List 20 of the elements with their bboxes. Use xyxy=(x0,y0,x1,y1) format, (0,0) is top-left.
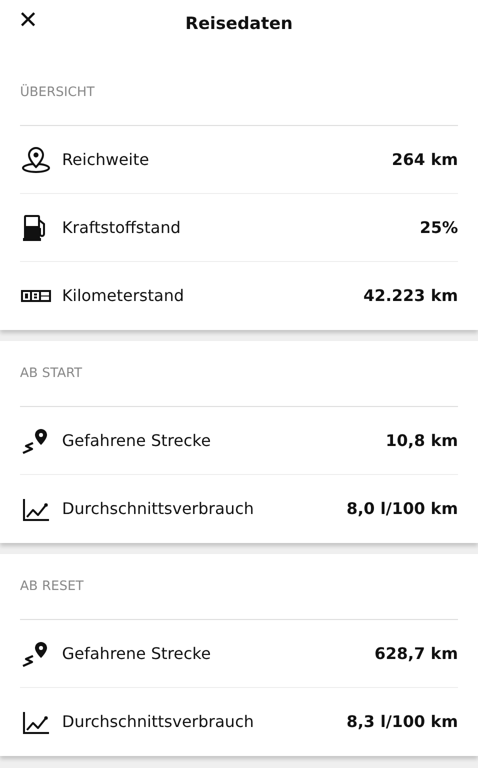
row-label: Kraftstoffstand xyxy=(62,216,182,238)
section-heading: AB RESET xyxy=(20,554,458,620)
row-label: Durchschnittsverbrauch xyxy=(62,711,255,733)
location-pin-icon xyxy=(20,146,52,174)
row-label: Gefahrene Strecke xyxy=(62,430,212,452)
section-heading: ÜBERSICHT xyxy=(20,60,458,126)
row-label: Kilometerstand xyxy=(62,285,186,307)
row-value: 8,3 l/100 km xyxy=(346,711,458,733)
row-value: 10,8 km xyxy=(386,430,458,452)
row-label: Gefahrene Strecke xyxy=(62,642,212,664)
section-heading: AB START xyxy=(20,341,458,407)
close-button[interactable]: ✕ xyxy=(14,4,42,36)
row-label: Durchschnittsverbrauch xyxy=(62,498,255,520)
page-title: Reisedaten xyxy=(185,13,293,36)
row-value: 628,7 km xyxy=(374,642,458,664)
row-label: Reichweite xyxy=(62,148,150,170)
row-value: 42.223 km xyxy=(363,285,458,307)
row-value: 264 km xyxy=(392,148,458,170)
row-value: 8,0 l/100 km xyxy=(346,498,458,520)
row-value: 25% xyxy=(420,216,458,238)
